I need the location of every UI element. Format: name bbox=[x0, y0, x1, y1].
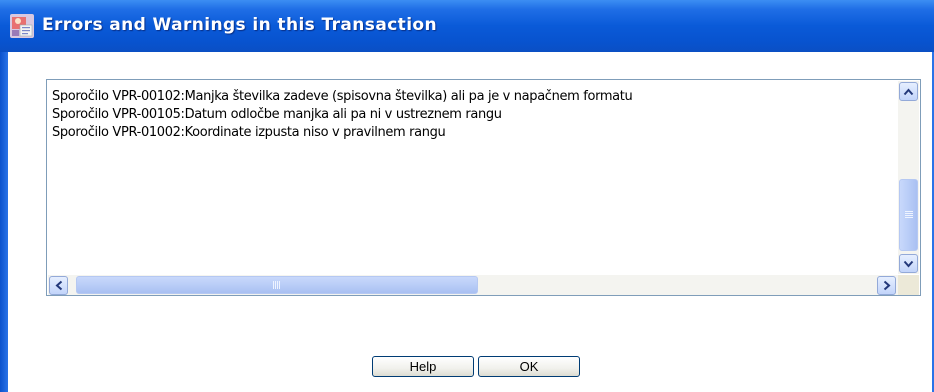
horizontal-scroll-thumb[interactable] bbox=[76, 276, 478, 294]
chevron-right-icon bbox=[883, 280, 891, 291]
vertical-scrollbar[interactable] bbox=[898, 81, 919, 274]
messages-panel: Sporočilo VPR-00102:Manjka številka zade… bbox=[46, 79, 921, 296]
message-line[interactable]: Sporočilo VPR-00102:Manjka številka zade… bbox=[48, 88, 898, 106]
chevron-down-icon bbox=[903, 260, 914, 268]
scroll-left-button[interactable] bbox=[49, 276, 68, 295]
message-line[interactable]: Sporočilo VPR-00105:Datum odločbe manjka… bbox=[48, 106, 898, 124]
chevron-left-icon bbox=[54, 280, 62, 291]
app-icon bbox=[8, 12, 36, 40]
chevron-up-icon bbox=[903, 87, 914, 95]
title-bar[interactable]: Errors and Warnings in this Transaction bbox=[0, 0, 934, 52]
grip-icon bbox=[273, 281, 280, 289]
help-button[interactable]: Help bbox=[372, 356, 474, 377]
horizontal-scrollbar[interactable] bbox=[48, 275, 898, 295]
window-frame-left bbox=[0, 52, 8, 392]
vertical-scroll-thumb[interactable] bbox=[899, 179, 918, 251]
scroll-up-button[interactable] bbox=[899, 82, 918, 101]
ok-button[interactable]: OK bbox=[478, 356, 580, 377]
dialog-window: Errors and Warnings in this Transaction … bbox=[0, 0, 934, 392]
message-line[interactable]: Sporočilo VPR-01002:Koordinate izpusta n… bbox=[48, 124, 898, 142]
scrollbar-corner bbox=[898, 275, 919, 295]
window-title: Errors and Warnings in this Transaction bbox=[42, 15, 438, 35]
scroll-right-button[interactable] bbox=[877, 276, 896, 295]
scroll-down-button[interactable] bbox=[899, 254, 918, 273]
grip-icon bbox=[904, 211, 913, 218]
messages-list[interactable]: Sporočilo VPR-00102:Manjka številka zade… bbox=[48, 81, 898, 275]
